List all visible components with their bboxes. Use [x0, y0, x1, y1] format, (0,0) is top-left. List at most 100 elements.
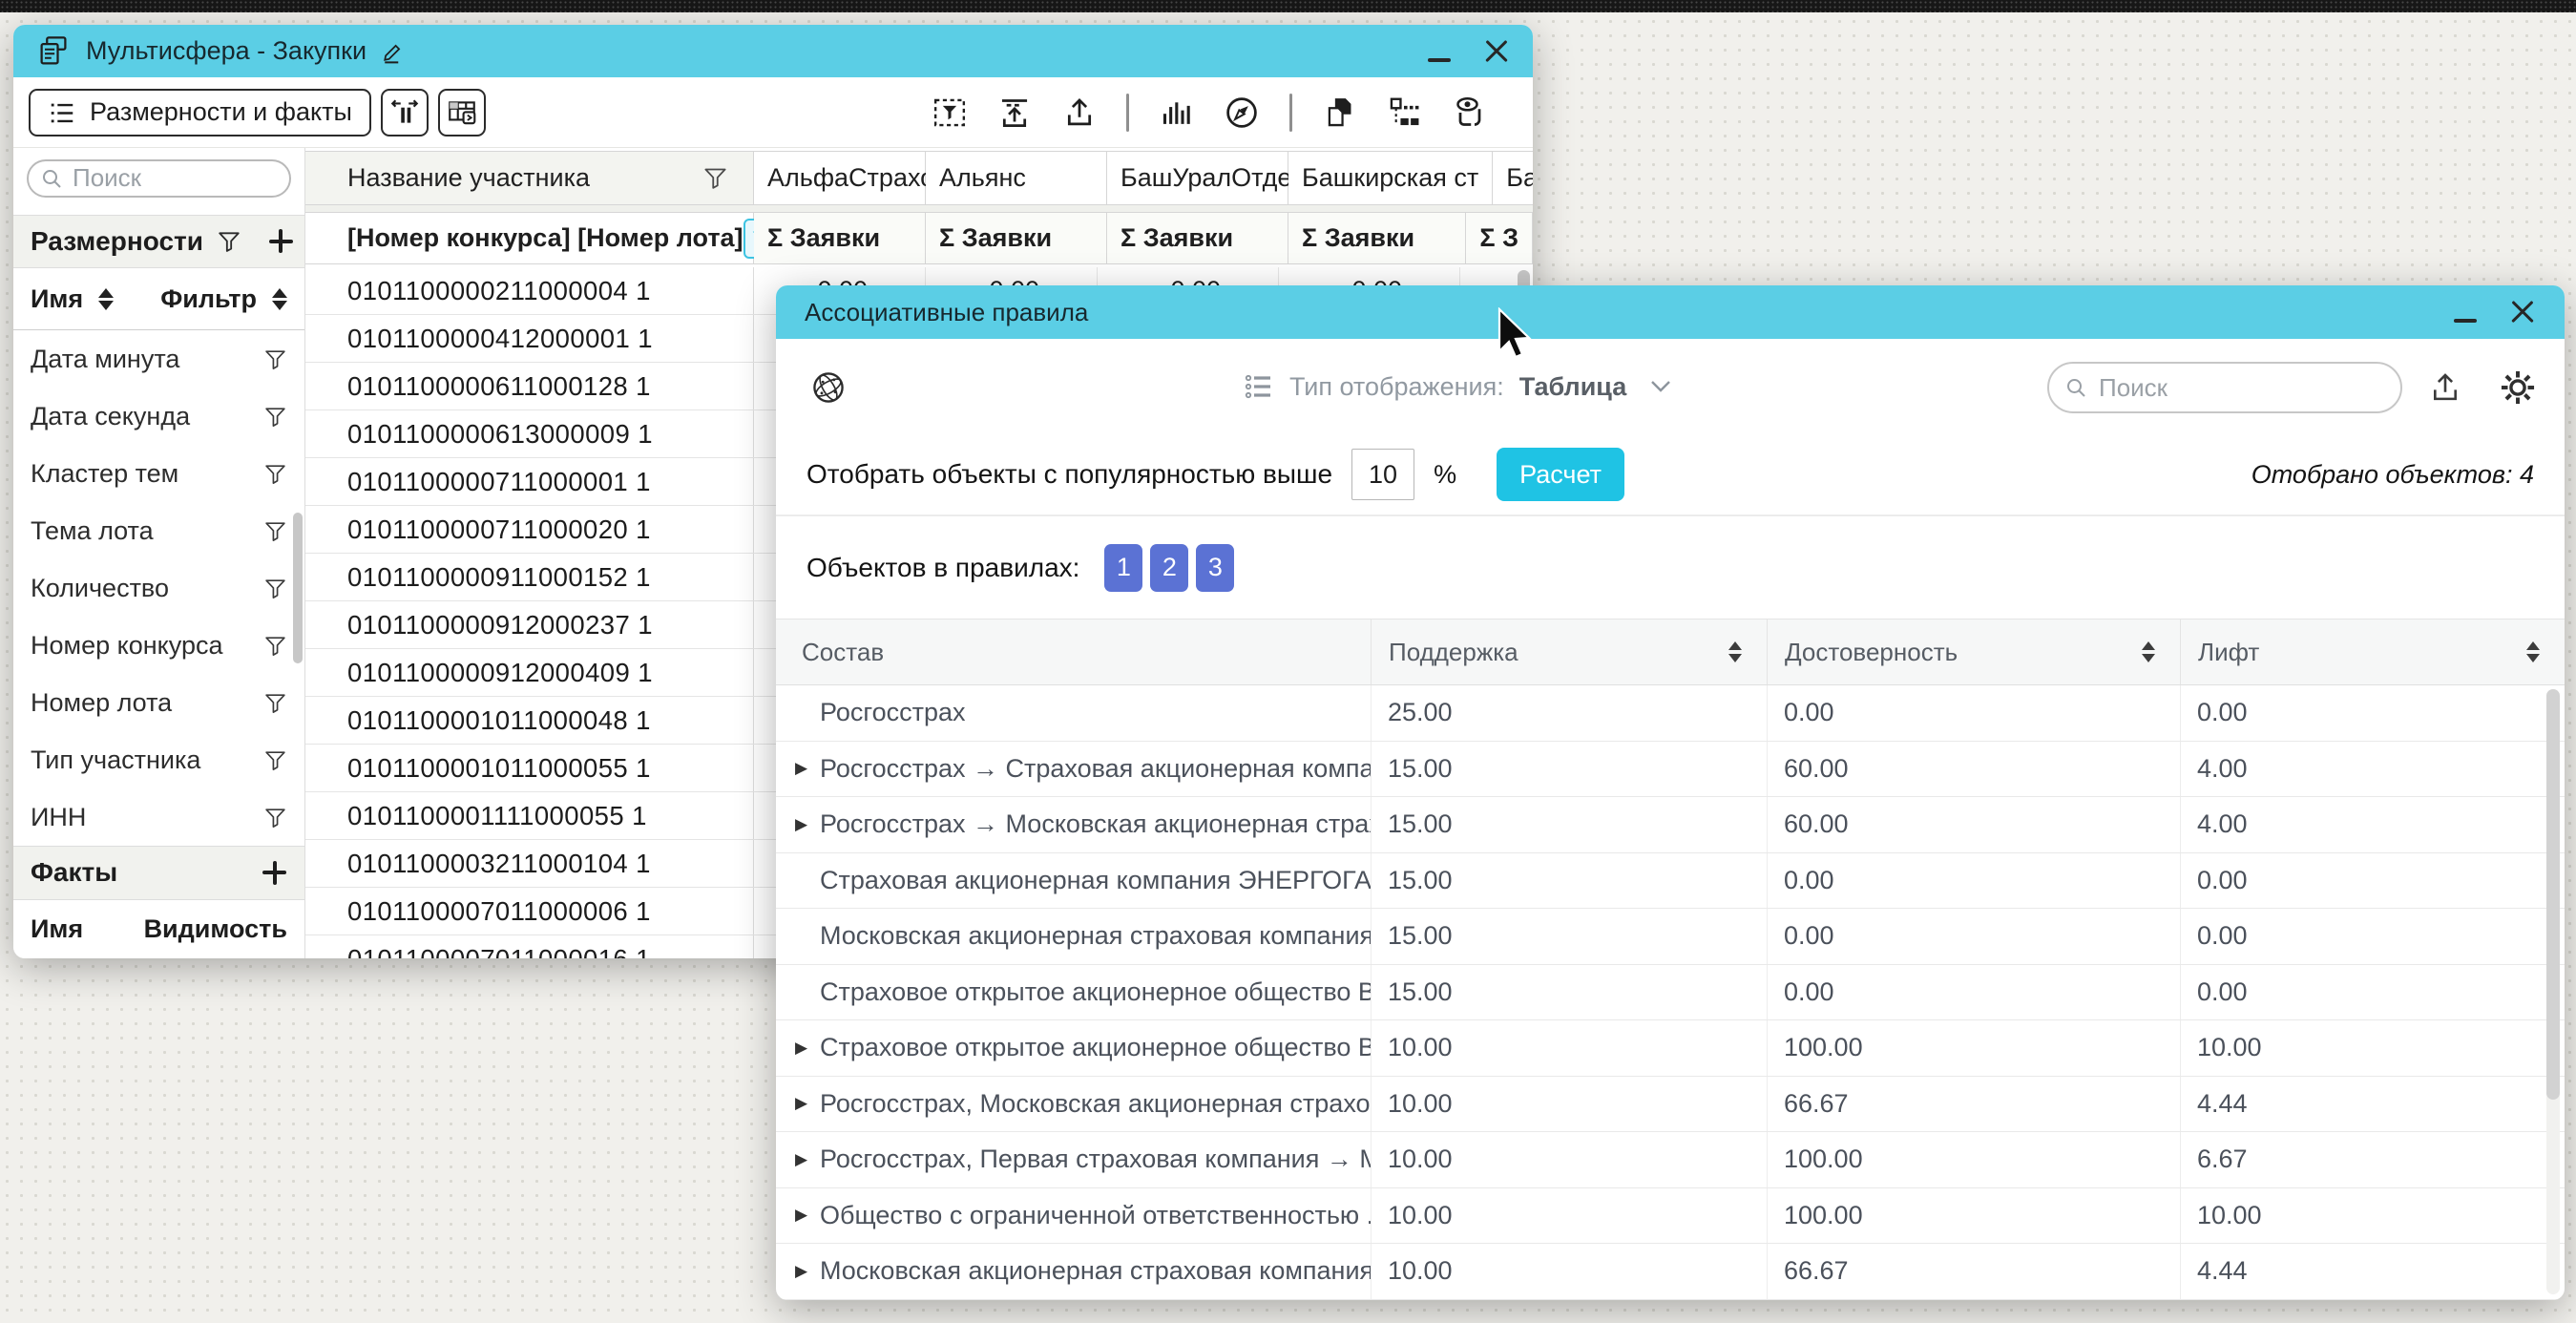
- sidebar-scrollbar[interactable]: [293, 513, 303, 663]
- dialog-search[interactable]: [2047, 362, 2402, 413]
- dimensions-header: Размерности: [13, 215, 304, 268]
- expand-icon[interactable]: ▶: [795, 1206, 820, 1225]
- popularity-controls: Отобрать объекты с популярностью выше % …: [776, 434, 2565, 516]
- filter-icon[interactable]: [263, 691, 287, 715]
- rule-row[interactable]: ▶ Росгосстрах → Страховая акционерная ко…: [776, 742, 2565, 798]
- rule-row[interactable]: Московская акционерная страховая компани…: [776, 909, 2565, 965]
- sort-name-icon[interactable]: [98, 288, 114, 310]
- dimension-item[interactable]: Кластер тем: [13, 445, 304, 502]
- expand-icon[interactable]: ▶: [795, 1262, 820, 1281]
- dimension-item[interactable]: Количество: [13, 559, 304, 617]
- column-header-cell[interactable]: БашУралОтдел: [1107, 151, 1288, 205]
- copy-documents-icon[interactable]: [1321, 94, 1357, 131]
- popularity-input[interactable]: [1351, 449, 1414, 500]
- rule-row[interactable]: Страховая акционерная компания ЭНЕРГОГАР…: [776, 853, 2565, 910]
- display-type-select[interactable]: Тип отображения: Таблица: [1244, 339, 1672, 434]
- rule-row[interactable]: Страховое открытое акционерное общество …: [776, 965, 2565, 1021]
- row-id-cell: 0101100000912000237 1: [305, 601, 754, 648]
- bar-chart-icon[interactable]: [1158, 94, 1194, 131]
- rule-size-button[interactable]: 1: [1104, 544, 1142, 592]
- sort-filter-icon[interactable]: [272, 288, 287, 310]
- filter-icon[interactable]: [702, 165, 728, 191]
- add-dimension-button[interactable]: [268, 228, 294, 254]
- sort-lift-icon[interactable]: [2526, 641, 2540, 662]
- dimension-item[interactable]: Номер конкурса: [13, 617, 304, 674]
- close-button[interactable]: [1483, 38, 1510, 65]
- column-header-cell[interactable]: Башкирская ст: [1288, 151, 1493, 205]
- rule-composition: Страховое открытое акционерное общество …: [820, 1033, 1371, 1062]
- structure-tree-icon[interactable]: [1386, 94, 1422, 131]
- dimension-item[interactable]: Дата секунда: [13, 388, 304, 445]
- expand-icon[interactable]: ▶: [795, 1039, 820, 1058]
- dialog-scrollbar-thumb[interactable]: [2546, 689, 2560, 1100]
- watch-eye-icon[interactable]: [1451, 94, 1489, 132]
- filter-icon[interactable]: [263, 405, 287, 429]
- chevron-down-icon: [1649, 379, 1672, 395]
- rule-row[interactable]: ▶ Росгосстрах, Первая страховая компания…: [776, 1132, 2565, 1188]
- edit-title-icon[interactable]: [380, 38, 407, 65]
- facts-visibility-label: Видимость: [144, 914, 287, 944]
- dimension-item[interactable]: Тип участника: [13, 731, 304, 788]
- dialog-close-button[interactable]: [2509, 299, 2536, 326]
- confidence-header[interactable]: Достоверность: [1767, 620, 2180, 684]
- filter-icon[interactable]: [217, 229, 241, 254]
- toolbar-separator: [1126, 94, 1129, 132]
- rule-lift: 4.44: [2180, 1077, 2565, 1132]
- import-icon[interactable]: [996, 94, 1033, 131]
- layout-table-button[interactable]: [438, 89, 486, 136]
- column-header-cell[interactable]: АльфаСтрахова: [754, 151, 926, 205]
- rule-confidence: 100.00: [1767, 1188, 2180, 1244]
- filter-icon[interactable]: [263, 806, 287, 830]
- desktop: Мультисфера - Закупки Размерности и факт…: [0, 0, 2576, 1323]
- expand-icon[interactable]: ▶: [795, 815, 820, 834]
- measure-cell: Σ З: [1466, 212, 1533, 264]
- dimension-item[interactable]: Дата минута: [13, 330, 304, 388]
- rule-confidence: 60.00: [1767, 797, 2180, 852]
- dimension-label: Тема лота: [31, 516, 154, 546]
- rule-row[interactable]: ▶ Росгосстрах, Московская акционерная ст…: [776, 1077, 2565, 1133]
- minimize-button[interactable]: [1428, 58, 1451, 62]
- rule-row[interactable]: Росгосстрах 25.00 0.00 0.00: [776, 685, 2565, 742]
- filter-icon[interactable]: [263, 347, 287, 371]
- filter-icon[interactable]: [263, 462, 287, 486]
- filter-icon[interactable]: [263, 748, 287, 772]
- filter-icon[interactable]: [263, 577, 287, 600]
- filter-icon[interactable]: [263, 519, 287, 543]
- sidebar-search-input[interactable]: [71, 162, 278, 194]
- expand-icon[interactable]: ▶: [795, 1094, 820, 1113]
- rule-row[interactable]: ▶ Страховое открытое акционерное обществ…: [776, 1020, 2565, 1077]
- sort-confidence-icon[interactable]: [2142, 641, 2155, 662]
- export-icon[interactable]: [1061, 94, 1098, 131]
- dimension-item[interactable]: Тема лота: [13, 502, 304, 559]
- rule-lift: 4.44: [2180, 1244, 2565, 1299]
- compass-icon[interactable]: [1223, 94, 1261, 132]
- export-icon[interactable]: [2427, 369, 2463, 406]
- rule-size-button[interactable]: 3: [1196, 544, 1234, 592]
- sort-support-icon[interactable]: [1728, 641, 1742, 662]
- col-dimension-label: [Номер конкурса] [Номер лота]: [347, 223, 743, 253]
- support-header[interactable]: Поддержка: [1371, 620, 1767, 684]
- calculate-button[interactable]: Расчет: [1497, 448, 1624, 501]
- rule-size-button[interactable]: 2: [1150, 544, 1188, 592]
- dimension-item[interactable]: Номер лота: [13, 674, 304, 731]
- rule-row[interactable]: ▶ Московская акционерная страховая компа…: [776, 1244, 2565, 1300]
- dimensions-facts-button[interactable]: Размерности и факты: [29, 89, 371, 136]
- rule-row[interactable]: ▶ Росгосстрах → Московская акционерная с…: [776, 797, 2565, 853]
- dialog-search-input[interactable]: [2097, 372, 2385, 404]
- expand-icon[interactable]: ▶: [795, 759, 820, 778]
- dimension-item[interactable]: ИНН: [13, 788, 304, 846]
- expand-icon[interactable]: ▶: [795, 1150, 820, 1169]
- filter-selection-icon[interactable]: [932, 94, 968, 131]
- dialog-minimize-button[interactable]: [2454, 319, 2477, 323]
- add-fact-button[interactable]: [262, 860, 287, 886]
- rule-row[interactable]: ▶ Общество с ограниченной ответственност…: [776, 1188, 2565, 1245]
- gear-icon[interactable]: [2498, 368, 2538, 408]
- resize-columns-button[interactable]: [381, 89, 429, 136]
- filter-icon[interactable]: [263, 634, 287, 658]
- dialog-scrollbar[interactable]: [2546, 689, 2560, 1294]
- lift-header[interactable]: Лифт: [2180, 620, 2565, 684]
- column-header-cell[interactable]: Альянс: [926, 151, 1107, 205]
- row-id-cell: 0101100000611000128 1: [305, 363, 754, 410]
- column-header-cell[interactable]: Баш: [1493, 151, 1533, 205]
- sidebar-search[interactable]: [27, 159, 291, 198]
